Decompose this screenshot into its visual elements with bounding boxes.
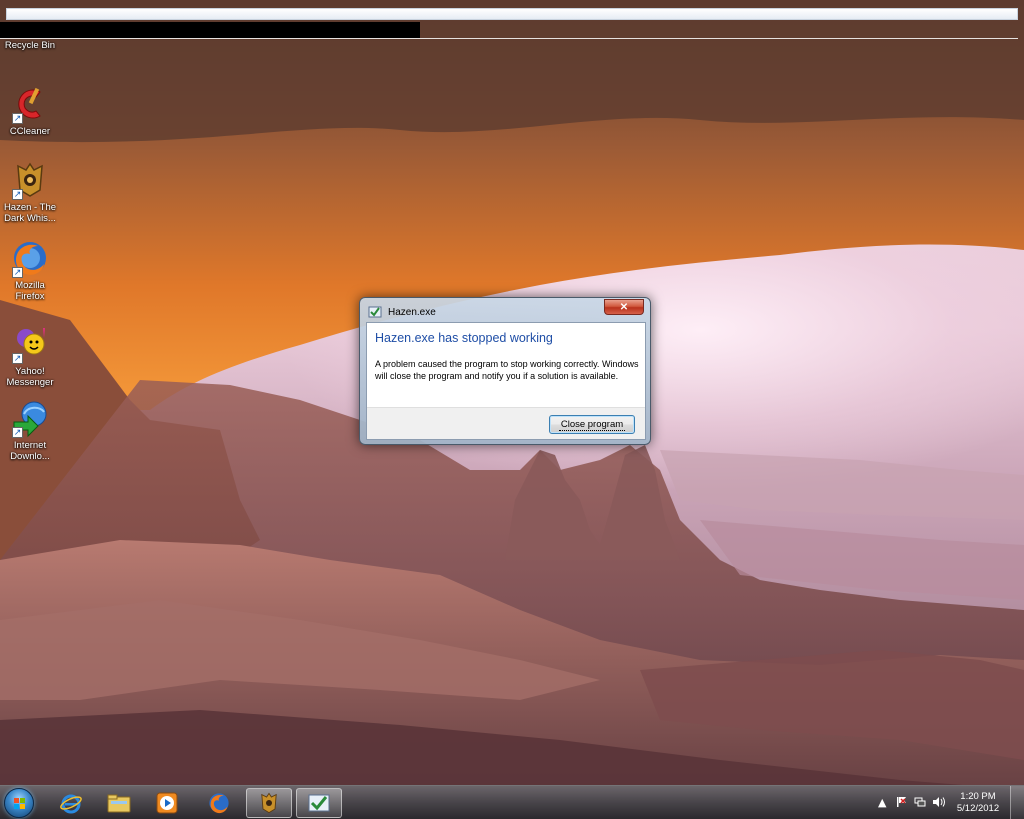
dialog-title-bar[interactable]: Hazen.exe [368, 303, 436, 321]
hazen-error-icon [308, 794, 330, 812]
taskbar-hazen[interactable] [246, 788, 292, 818]
hazen-icon: ↗ [10, 160, 50, 200]
internet-download-manager-icon: ↗ [10, 398, 50, 438]
clock-time: 1:20 PM [960, 791, 996, 802]
windows-logo-icon [14, 798, 25, 809]
desktop-icon-label: Mozilla Firefox [15, 280, 45, 302]
internet-explorer-icon [60, 794, 82, 814]
error-dialog: Hazen.exe ✕ Hazen.exe has stopped workin… [359, 297, 651, 445]
firefox-icon: ↗ [10, 238, 50, 278]
taskbar-internet-explorer[interactable] [48, 788, 94, 818]
dialog-heading: Hazen.exe has stopped working [375, 331, 553, 345]
desktop-icon-ccleaner[interactable]: ↗ CCleaner [0, 84, 60, 137]
yahoo-messenger-icon: ↗ [10, 324, 50, 364]
taskbar-windows-explorer[interactable] [96, 788, 142, 818]
close-program-button[interactable]: Close program [549, 415, 635, 434]
desktop-icon-label: CCleaner [9, 126, 51, 137]
firefox-icon [209, 793, 229, 814]
clock-date: 5/12/2012 [956, 803, 1000, 814]
taskbar-clock[interactable]: 1:20 PM 5/12/2012 [952, 791, 1004, 815]
desktop-icon-firefox[interactable]: ↗ Mozilla Firefox [0, 238, 60, 302]
dialog-close-button[interactable]: ✕ [604, 299, 644, 315]
dialog-window-title: Hazen.exe [388, 306, 436, 318]
show-desktop-button[interactable] [1010, 786, 1024, 819]
taskbar: ▲ 1:20 PM 5/12/2012 [0, 785, 1024, 819]
dialog-content: Hazen.exe has stopped working A problem … [366, 322, 646, 440]
system-tray: ▲ 1:20 PM 5/12/2012 [874, 786, 1024, 819]
desktop-icon-internet-download-manager[interactable]: ↗ Internet Downlo... [0, 398, 60, 462]
top-divider [0, 38, 1018, 39]
start-button[interactable] [4, 788, 34, 818]
volume-icon[interactable] [932, 796, 946, 811]
top-bar-strip [6, 8, 1018, 20]
desktop-icon-hazen[interactable]: ↗ Hazen - The Dark Whis... [0, 160, 60, 224]
ccleaner-icon: ↗ [10, 84, 50, 124]
desktop-icon-label: Hazen - The Dark Whis... [3, 202, 57, 224]
dialog-footer: Close program [367, 407, 645, 439]
desktop-icon-label: Yahoo! Messenger [6, 366, 54, 388]
close-program-label: Close program [558, 418, 626, 431]
hazen-error-app-icon [368, 306, 382, 318]
redacted-bar [0, 22, 420, 38]
desktop-icon-label: Internet Downlo... [10, 440, 50, 462]
taskbar-media-player[interactable] [144, 788, 190, 818]
media-player-icon [156, 792, 178, 814]
hazen-icon [261, 792, 277, 814]
desktop-icon-label: Recycle Bin [4, 40, 56, 51]
desktop-icon-yahoo-messenger[interactable]: ↗ Yahoo! Messenger [0, 324, 60, 388]
show-hidden-icons-chevron[interactable]: ▲ [878, 796, 886, 809]
explorer-icon [107, 794, 131, 813]
taskbar-firefox[interactable] [196, 788, 242, 818]
dialog-message: A problem caused the program to stop wor… [375, 359, 639, 381]
action-center-flag-icon[interactable] [896, 796, 908, 811]
desktop-icon-recycle-bin[interactable]: Recycle Bin [0, 40, 60, 51]
taskbar-hazen-error[interactable] [296, 788, 342, 818]
network-icon[interactable] [914, 796, 926, 811]
